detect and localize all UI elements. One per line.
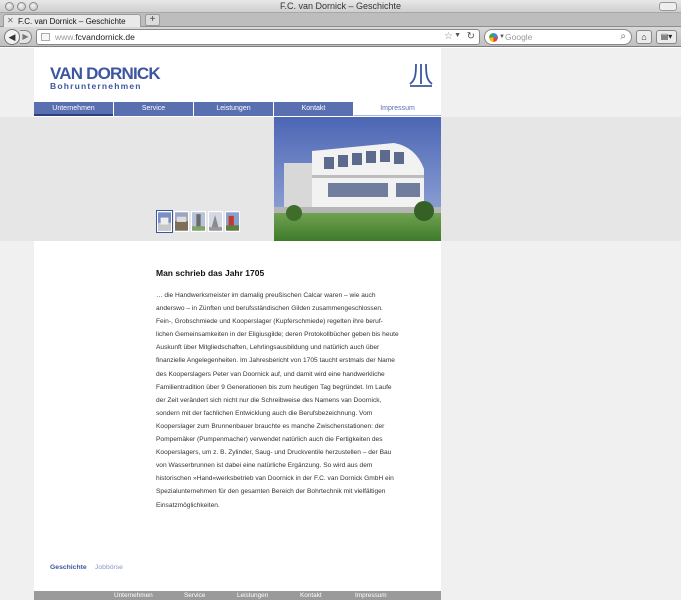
nav-service[interactable]: Service — [114, 102, 193, 116]
window-title: F.C. van Dornick – Geschichte — [279, 1, 402, 11]
thumbnail-2[interactable] — [174, 211, 189, 232]
url-prefix: www. — [55, 32, 76, 42]
footer-unternehmen[interactable]: Unternehmen — [114, 591, 153, 600]
search-placeholder: Google — [505, 32, 533, 42]
toolbar-toggle-icon[interactable] — [659, 2, 677, 11]
bookmark-star-icon[interactable]: ☆ — [444, 31, 453, 42]
article-body: … die Handwerksmeister im damalig preußi… — [156, 292, 399, 509]
close-icon[interactable]: ✕ — [7, 16, 14, 25]
nav-impressum[interactable]: Impressum — [354, 102, 441, 116]
search-engine-dropdown-icon[interactable]: ▼ — [499, 34, 505, 40]
home-icon: ⌂ — [641, 32, 647, 42]
home-button[interactable]: ⌂ — [636, 30, 652, 44]
footer-service[interactable]: Service — [184, 591, 205, 600]
thumbnail-3[interactable] — [191, 211, 206, 232]
page-icon — [41, 33, 50, 41]
logo-wordmark: VAN DORNICK — [50, 64, 161, 83]
window-titlebar: F.C. van Dornick – Geschichte — [0, 0, 681, 13]
nav-kontakt[interactable]: Kontakt — [274, 102, 353, 116]
arrow-left-icon: ◀ — [8, 32, 16, 42]
nav-unternehmen[interactable]: Unternehmen — [34, 102, 113, 116]
tab-bar: ✕ F.C. van Dornick – Geschichte + — [0, 13, 681, 27]
footer-kontakt[interactable]: Kontakt — [300, 591, 322, 600]
bookmarks-icon: ▤▾ — [660, 32, 673, 41]
tab-current[interactable]: ✕ F.C. van Dornick – Geschichte — [3, 14, 141, 27]
forward-button[interactable]: ▶ — [20, 30, 32, 44]
arrow-right-icon: ▶ — [22, 32, 29, 41]
logo-tagline: Bohrunternehmen — [50, 81, 142, 91]
nav-leistungen[interactable]: Leistungen — [194, 102, 273, 116]
address-bar[interactable]: www.fcvandornick.de ☆ ▼ ↻ — [36, 29, 480, 45]
history-dropdown-icon[interactable]: ▼ — [454, 32, 461, 39]
reload-icon[interactable]: ↻ — [467, 31, 475, 42]
page-viewport: VAN DORNICK Bohrunternehmen Unternehmen … — [0, 48, 681, 600]
thumbnail-5[interactable] — [225, 211, 240, 232]
back-button[interactable]: ◀ — [4, 29, 20, 45]
footer-nav: Unternehmen Service Leistungen Kontakt I… — [34, 591, 441, 600]
new-tab-button[interactable]: + — [145, 14, 160, 26]
thumbnail-1[interactable] — [156, 210, 173, 233]
logo-mark-icon — [409, 63, 433, 87]
bookmarks-button[interactable]: ▤▾ — [656, 30, 677, 44]
article: Man schrieb das Jahr 1705 … die Handwerk… — [156, 268, 401, 512]
search-icon[interactable]: ⌕ — [620, 31, 626, 42]
search-field[interactable]: ▼ Google ⌕ — [484, 29, 632, 45]
subnav-jobboerse[interactable]: Jobbörse — [95, 564, 123, 571]
google-icon[interactable] — [489, 33, 498, 42]
hero-building-image — [274, 117, 441, 241]
tab-label: F.C. van Dornick – Geschichte — [18, 17, 126, 26]
footer-leistungen[interactable]: Leistungen — [237, 591, 268, 600]
subnav-geschichte[interactable]: Geschichte — [50, 564, 87, 571]
thumbnail-4[interactable] — [208, 211, 223, 232]
browser-toolbar: ◀ ▶ www.fcvandornick.de ☆ ▼ ↻ ▼ Google ⌕… — [0, 27, 681, 47]
footer-impressum[interactable]: Impressum — [355, 591, 387, 600]
url-domain: fcvandornick.de — [75, 32, 135, 42]
article-title: Man schrieb das Jahr 1705 — [156, 268, 265, 278]
site-logo[interactable]: VAN DORNICK Bohrunternehmen — [50, 64, 161, 91]
